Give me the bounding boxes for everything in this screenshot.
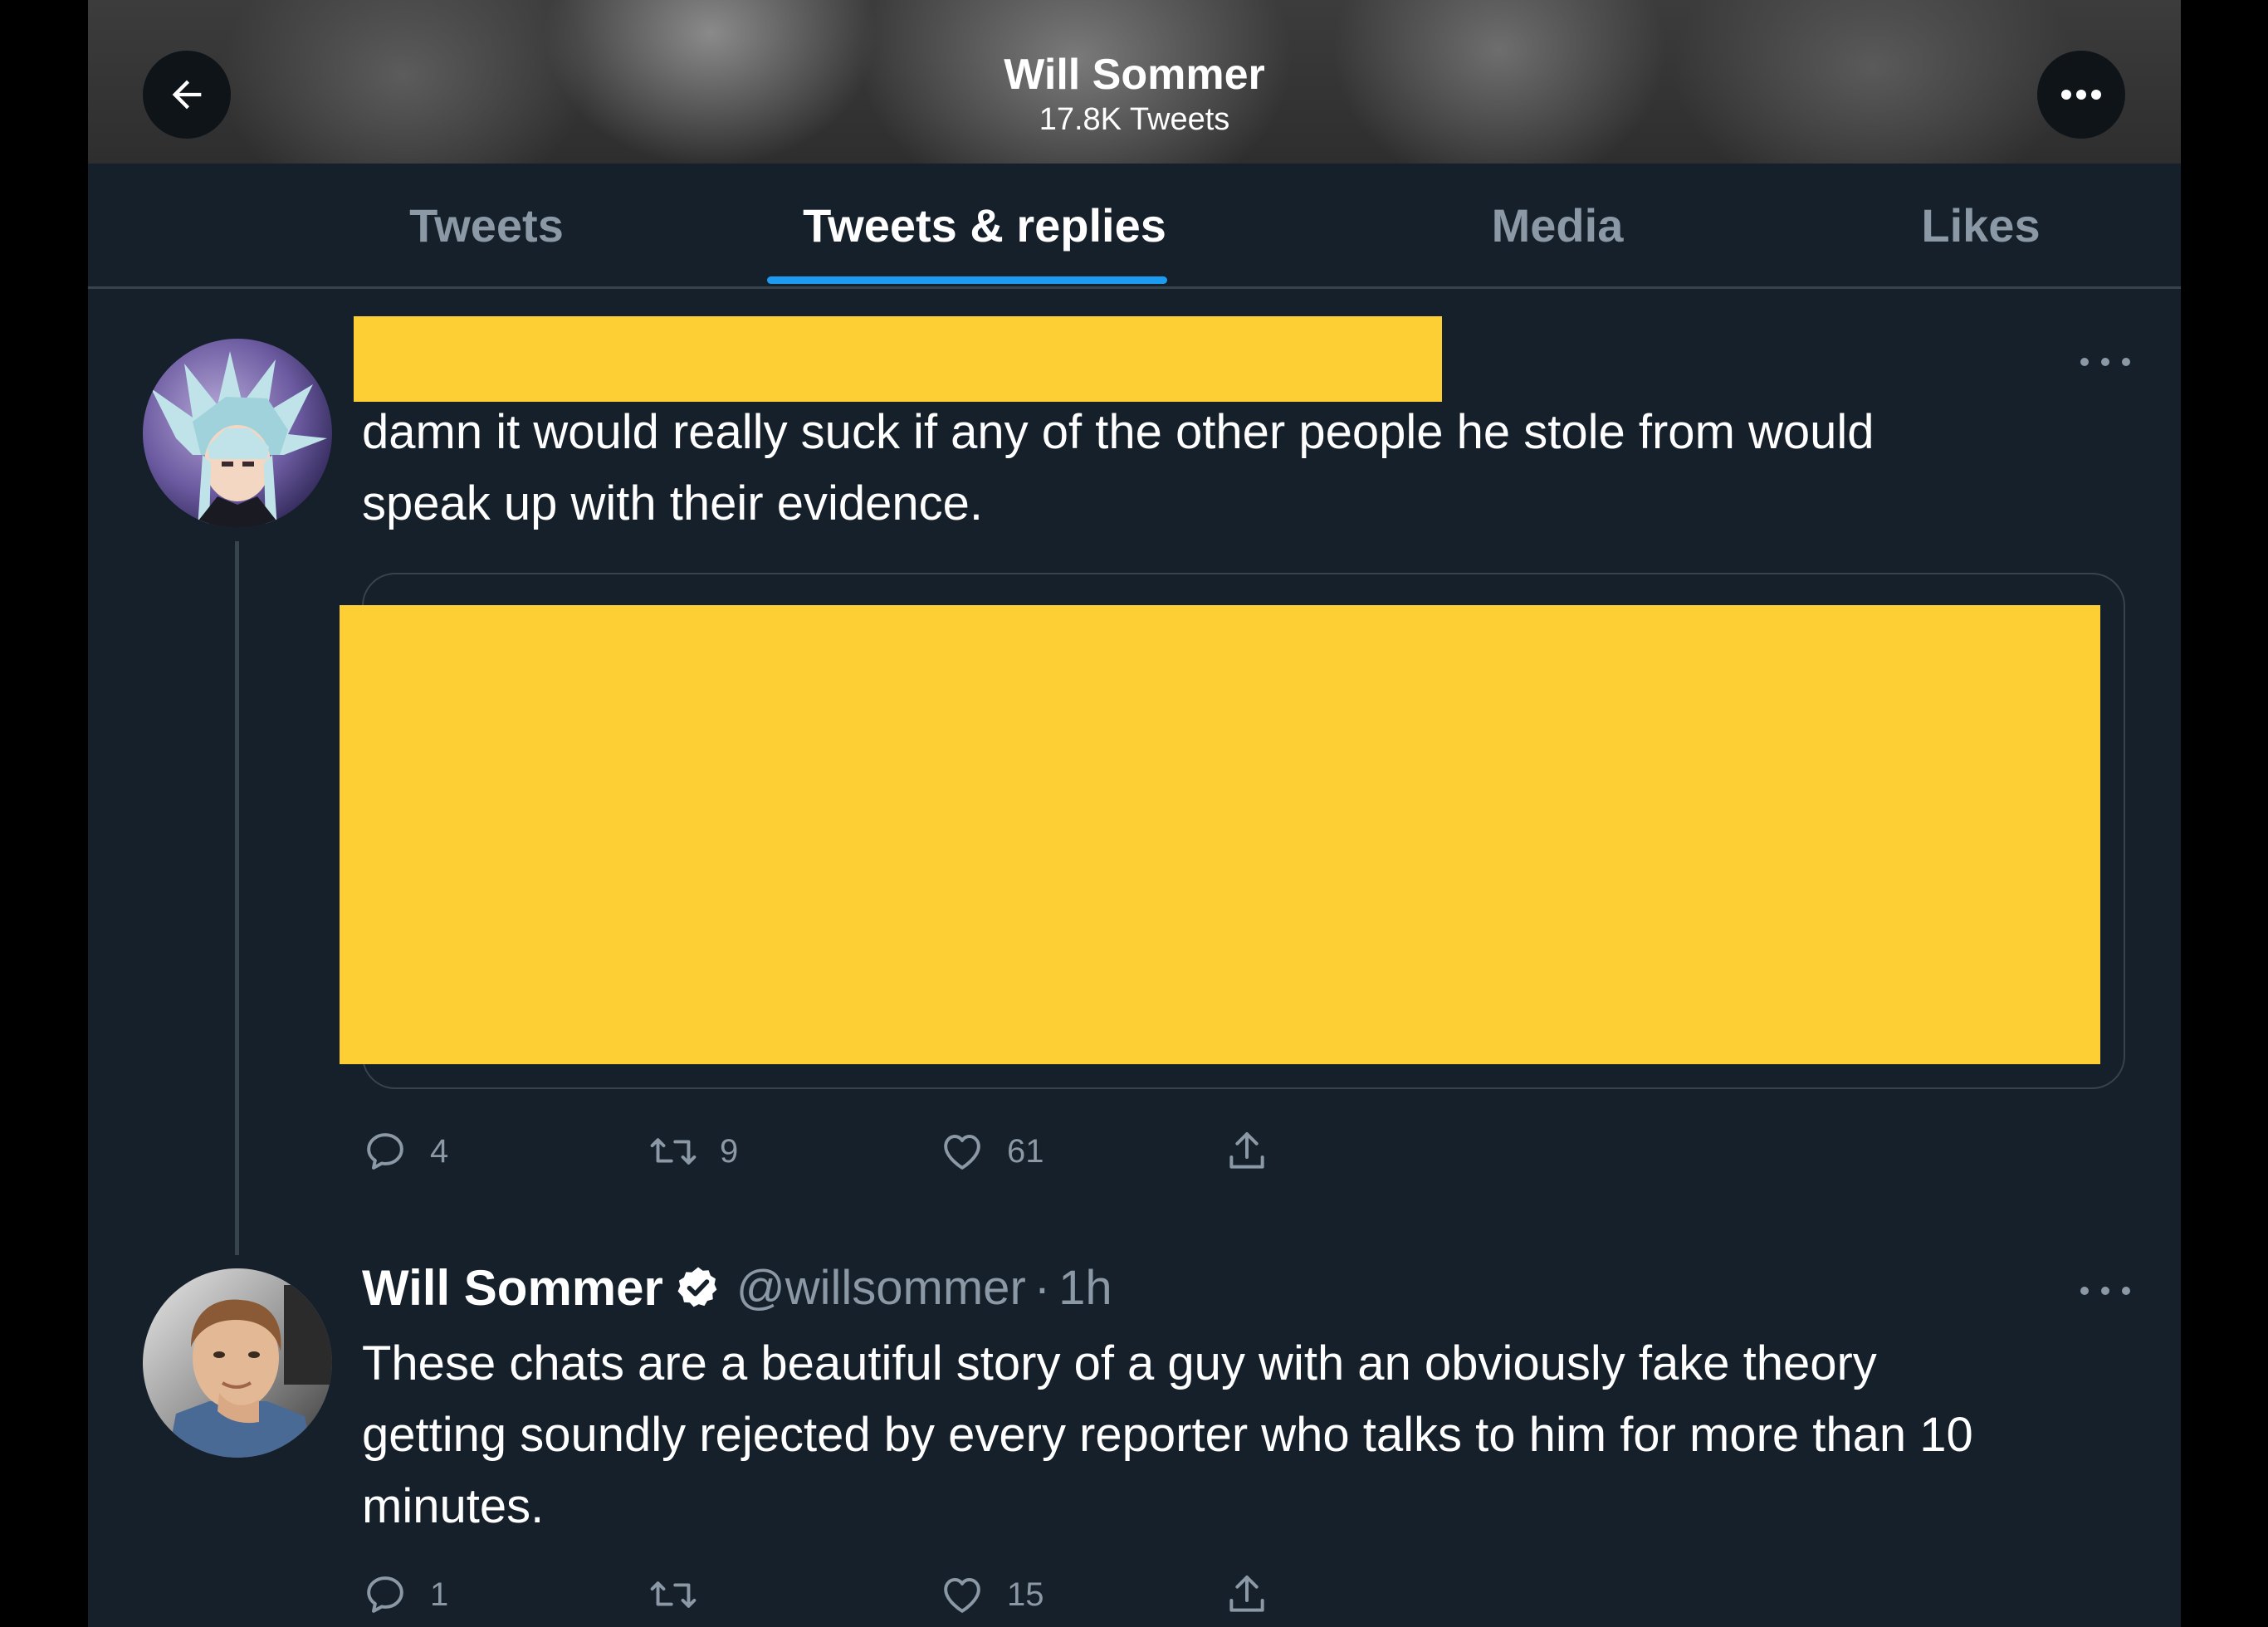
separator-dot: · <box>1034 1260 1051 1315</box>
tweet-more-icon[interactable] <box>2080 349 2130 374</box>
retweet-icon <box>650 1138 697 1165</box>
tweet-timestamp[interactable]: 1h <box>1058 1260 1112 1316</box>
like-button[interactable]: 61 <box>939 1122 1044 1180</box>
profile-tabs: Tweets Tweets & replies Media Likes <box>88 164 2181 289</box>
avatar[interactable] <box>143 339 332 528</box>
tab-tweets-and-replies[interactable]: Tweets & replies <box>736 164 1234 286</box>
tweet-text: These chats are a beautiful story of a g… <box>362 1328 1973 1542</box>
active-tab-indicator <box>767 276 1167 284</box>
profile-header: Will Sommer 17.8K Tweets <box>88 0 2181 164</box>
more-horizontal-icon <box>2061 90 2101 100</box>
like-count: 61 <box>1007 1132 1044 1170</box>
reply-count: 1 <box>430 1576 449 1613</box>
tweet-text-line: minutes. <box>362 1479 545 1533</box>
verified-badge-icon <box>677 1267 717 1307</box>
avatar[interactable] <box>143 1268 332 1458</box>
author-handle[interactable]: @willsommer <box>736 1260 1026 1316</box>
retweet-button[interactable] <box>648 1566 720 1624</box>
share-upload-icon <box>1229 1132 1264 1169</box>
user-photo-avatar-icon <box>143 1268 332 1458</box>
anime-character-avatar-icon <box>143 339 332 528</box>
profile-name-title: Will Sommer <box>1004 51 1265 99</box>
like-button[interactable]: 15 <box>939 1566 1044 1624</box>
tab-tweets[interactable]: Tweets <box>304 164 669 286</box>
tweet-text-line: speak up with their evidence. <box>362 476 983 530</box>
speech-bubble-icon <box>367 1133 403 1170</box>
share-button[interactable] <box>1224 1122 1270 1180</box>
tweet-count: 17.8K Tweets <box>1039 102 1230 137</box>
profile-screen: Will Sommer 17.8K Tweets Tweets Tweets &… <box>88 0 2181 1627</box>
tweet-header: Will Sommer @willsommer · 1h <box>362 1258 1112 1317</box>
redacted-quoted-tweet <box>340 605 2100 1064</box>
share-button[interactable] <box>1224 1566 1270 1624</box>
heart-icon <box>944 1135 980 1170</box>
tweet-more-icon[interactable] <box>2080 1278 2130 1303</box>
tweet-text-line: getting soundly rejected by every report… <box>362 1408 1973 1462</box>
author-name[interactable]: Will Sommer <box>362 1259 663 1317</box>
heart-icon <box>944 1578 980 1613</box>
tweet-text: damn it would really suck if any of the … <box>362 397 1875 540</box>
tab-media[interactable]: Media <box>1375 164 1740 286</box>
reply-button[interactable]: 1 <box>362 1566 448 1624</box>
redacted-author-name <box>354 316 1442 402</box>
retweet-icon <box>650 1581 697 1608</box>
thread-connector-line <box>235 541 239 1255</box>
like-count: 15 <box>1007 1576 1044 1613</box>
reply-button[interactable]: 4 <box>362 1122 448 1180</box>
speech-bubble-icon <box>367 1576 403 1613</box>
reply-count: 4 <box>430 1132 449 1170</box>
retweet-count: 9 <box>720 1132 739 1170</box>
tab-likes[interactable]: Likes <box>1798 164 2163 286</box>
more-options-button[interactable] <box>2037 51 2125 139</box>
tweet-text-line: damn it would really suck if any of the … <box>362 405 1875 459</box>
retweet-button[interactable]: 9 <box>648 1122 738 1180</box>
tweet-text-line: These chats are a beautiful story of a g… <box>362 1336 1877 1390</box>
share-upload-icon <box>1229 1576 1264 1612</box>
